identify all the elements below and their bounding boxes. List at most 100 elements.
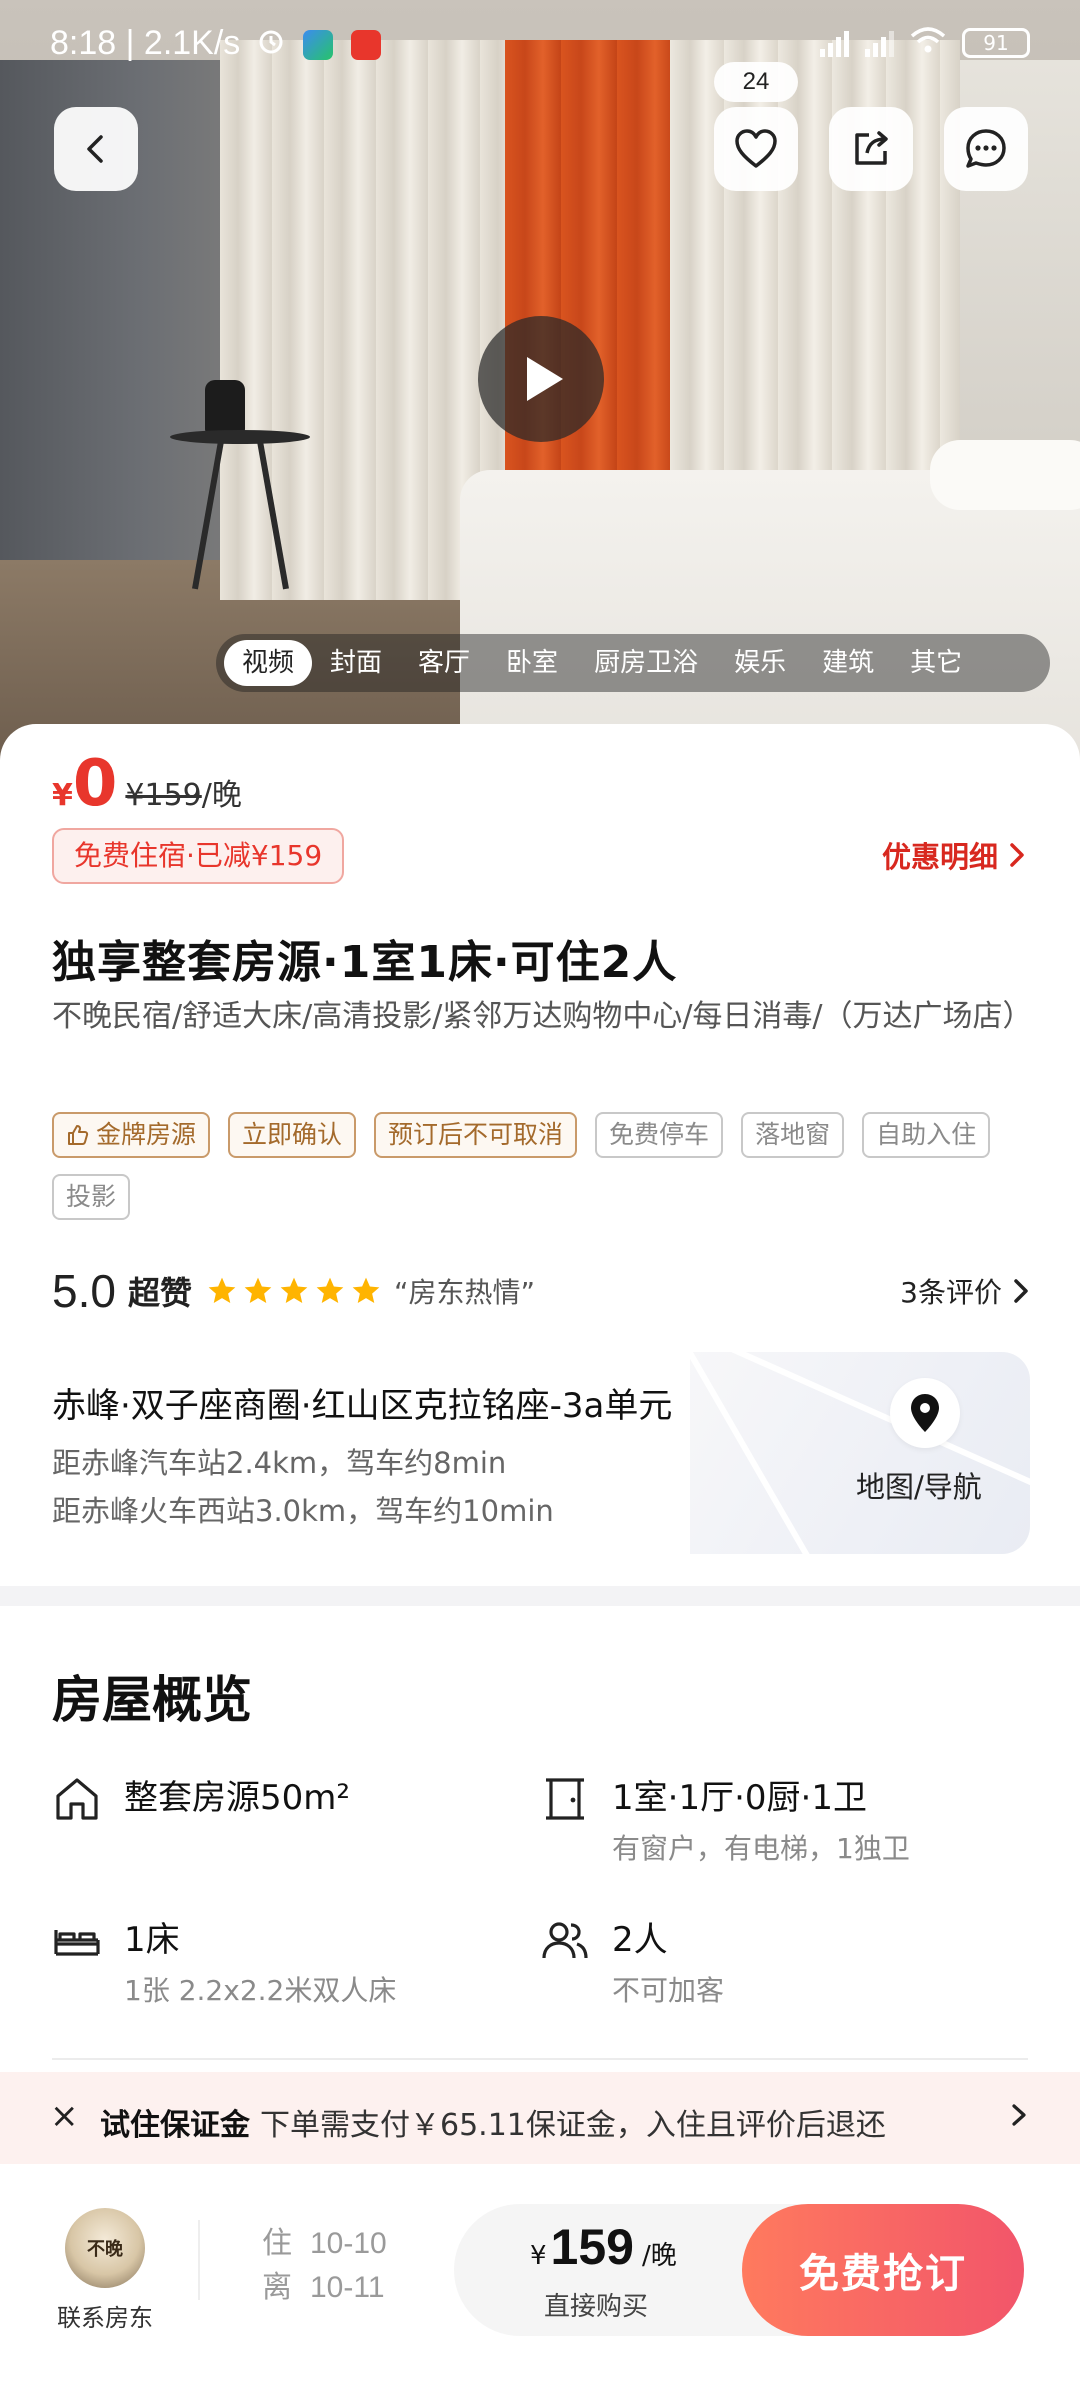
discount-detail-link[interactable]: 优惠明细 xyxy=(882,834,1026,876)
photo-category-tabs: 视频 封面 客厅 卧室 厨房卫浴 娱乐 建筑 其它 xyxy=(216,634,1050,692)
distance-bus-station: 距赤峰汽车站2.4km，驾车约8min xyxy=(52,1446,507,1480)
tag-label: 金牌房源 xyxy=(96,1120,197,1149)
location-address: 赤峰·双子座商圈·红山区克拉铭座-3a单元 xyxy=(52,1386,673,1426)
host-avatar: 不晚 xyxy=(65,2208,145,2288)
star-icon xyxy=(280,1277,308,1303)
house-icon xyxy=(56,1778,98,1820)
overview-title: 房屋概览 xyxy=(52,1671,252,1729)
battery-icon: 91 xyxy=(962,28,1030,58)
checkout-row: 离 10-11 xyxy=(262,2266,387,2310)
distance-train-station: 距赤峰火车西站3.0km，驾车约10min xyxy=(52,1494,554,1528)
price-original: ¥159 xyxy=(125,778,202,813)
tab-other[interactable]: 其它 xyxy=(892,640,980,686)
bed-icon xyxy=(54,1930,100,1956)
overview-rooms: 1室·1厅·0厨·1卫 有窗户，有电梯，1独卫 xyxy=(540,1770,910,1867)
listing-info-card: ¥ 0 ¥159 /晚 免费住宿·已减¥159 优惠明细 独享整套房源·1室1床… xyxy=(0,724,1080,1584)
message-button[interactable] xyxy=(944,107,1028,191)
stay-dates[interactable]: 住 10-10 离 10-11 xyxy=(262,2222,387,2310)
feature-tags: 金牌房源 立即确认 预订后不可取消 免费停车 落地窗 自助入住 投影 xyxy=(52,1112,1042,1220)
tab-bedroom[interactable]: 卧室 xyxy=(488,640,576,686)
bottom-action-bar: 不晚 联系房东 住 10-10 离 10-11 ¥ 159 /晚 直接购买 免费抢订 xyxy=(0,2164,1080,2400)
tab-entertainment[interactable]: 娱乐 xyxy=(716,640,804,686)
deposit-banner[interactable]: × 试住保证金 下单需支付￥65.11保证金，入住且评价后退还 xyxy=(0,2072,1080,2164)
map-pin-icon[interactable] xyxy=(890,1378,960,1448)
tag-floor-window: 落地窗 xyxy=(741,1112,845,1158)
rating-label: 超赞 xyxy=(127,1274,192,1312)
photo-kettle xyxy=(205,380,245,435)
contact-host-button[interactable]: 不晚 联系房东 xyxy=(50,2208,160,2333)
favorite-button[interactable] xyxy=(714,107,798,191)
overview-beds-text: 1床 1张 2.2x2.2米双人床 xyxy=(124,1912,396,2009)
tag-gold-listing: 金牌房源 xyxy=(52,1112,211,1158)
alarm-icon xyxy=(256,26,286,65)
people-icon xyxy=(542,1922,588,1959)
heart-icon xyxy=(735,129,777,168)
overview-guests-main: 2人 xyxy=(612,1920,668,1960)
buy-price-unit: /晚 xyxy=(641,2241,677,2271)
price-row: ¥ 0 ¥159 /晚 xyxy=(52,752,242,816)
overview-area-main: 整套房源50m² xyxy=(124,1778,351,1818)
rating-row[interactable]: 5.0 超赞 “房东热情” 3条评价 xyxy=(52,1264,1030,1318)
status-time: 8:18 xyxy=(50,24,117,62)
overview-guests: 2人 不可加客 xyxy=(540,1912,724,2009)
contact-host-label: 联系房东 xyxy=(57,2304,153,2332)
overview-divider xyxy=(52,2058,1028,2060)
status-right-icons: 91 xyxy=(820,26,1030,60)
tab-building[interactable]: 建筑 xyxy=(804,640,892,686)
play-icon xyxy=(527,357,563,401)
chat-bubble-icon xyxy=(966,129,1006,168)
video-play-button[interactable] xyxy=(478,316,604,442)
buy-currency: ¥ xyxy=(530,2241,547,2271)
photo-bed xyxy=(460,470,1080,760)
tag-instant-confirm: 立即确认 xyxy=(228,1112,357,1158)
tab-cover[interactable]: 封面 xyxy=(312,640,400,686)
price-currency: ¥ xyxy=(52,778,73,813)
photo-pillow xyxy=(930,440,1080,510)
tab-living-room[interactable]: 客厅 xyxy=(400,640,488,686)
star-icon xyxy=(244,1277,272,1303)
star-icon xyxy=(208,1277,236,1303)
back-button[interactable] xyxy=(54,107,138,191)
chevron-right-icon xyxy=(1014,1279,1028,1303)
checkout-date: 10-11 xyxy=(310,2271,385,2304)
deposit-text: 试住保证金 下单需支付￥65.11保证金，入住且评价后退还 xyxy=(100,2100,886,2144)
free-stay-badge: 免费住宿·已减¥159 xyxy=(52,828,345,884)
overview-beds-main: 1床 xyxy=(124,1920,180,1960)
reviews-link[interactable]: 3条评价 xyxy=(900,1271,1030,1311)
tag-free-parking: 免费停车 xyxy=(595,1112,724,1158)
buy-price-value: 159 xyxy=(550,2219,634,2275)
checkin-date: 10-10 xyxy=(310,2227,387,2260)
close-icon[interactable]: × xyxy=(50,2096,79,2136)
chevron-right-icon xyxy=(1012,2104,1026,2126)
photo-side-table xyxy=(170,430,310,444)
overview-area: 整套房源50m² xyxy=(52,1770,350,1824)
tab-kitchen-bath[interactable]: 厨房卫浴 xyxy=(576,640,716,686)
app-notification-icon xyxy=(303,30,334,61)
free-book-button[interactable]: 免费抢订 xyxy=(742,2204,1024,2336)
status-time-speed: 8:18 | 2.1K/s xyxy=(50,24,381,65)
price-now: 0 xyxy=(72,747,118,821)
listing-photo[interactable]: 8:18 | 2.1K/s 91 24 视频 封面 客厅 卧室 厨房卫浴 娱乐 … xyxy=(0,0,1080,760)
checkout-label: 离 xyxy=(262,2270,292,2305)
reviews-count: 3条评价 xyxy=(900,1276,1002,1309)
share-icon xyxy=(855,131,888,165)
map-navigation-link[interactable]: 地图/导航 xyxy=(856,1464,982,1506)
overview-rooms-main: 1室·1厅·0厨·1卫 xyxy=(612,1778,867,1818)
thumbs-up-icon xyxy=(68,1125,89,1145)
section-divider xyxy=(0,1586,1080,1606)
rating-stars xyxy=(206,1275,382,1307)
star-icon xyxy=(316,1277,344,1303)
overview-guests-sub: 不可加客 xyxy=(612,1974,725,2007)
buy-price: ¥ 159 /晚 xyxy=(530,2218,677,2276)
checkin-label: 住 xyxy=(262,2226,292,2261)
tag-self-checkin: 自助入住 xyxy=(862,1112,991,1158)
share-button[interactable] xyxy=(829,107,913,191)
location-section: 赤峰·双子座商圈·红山区克拉铭座-3a单元 距赤峰汽车站2.4km，驾车约8mi… xyxy=(0,1348,1080,1558)
tab-video[interactable]: 视频 xyxy=(224,640,313,686)
chevron-right-icon xyxy=(1010,843,1024,867)
door-icon xyxy=(546,1778,584,1820)
price-per-night: /晚 xyxy=(201,778,242,813)
map-thumbnail[interactable] xyxy=(690,1352,1030,1554)
deposit-description: 下单需支付￥65.11保证金，入住且评价后退还 xyxy=(260,2108,886,2143)
direct-buy-button[interactable]: ¥ 159 /晚 直接购买 免费抢订 xyxy=(454,2204,1024,2336)
